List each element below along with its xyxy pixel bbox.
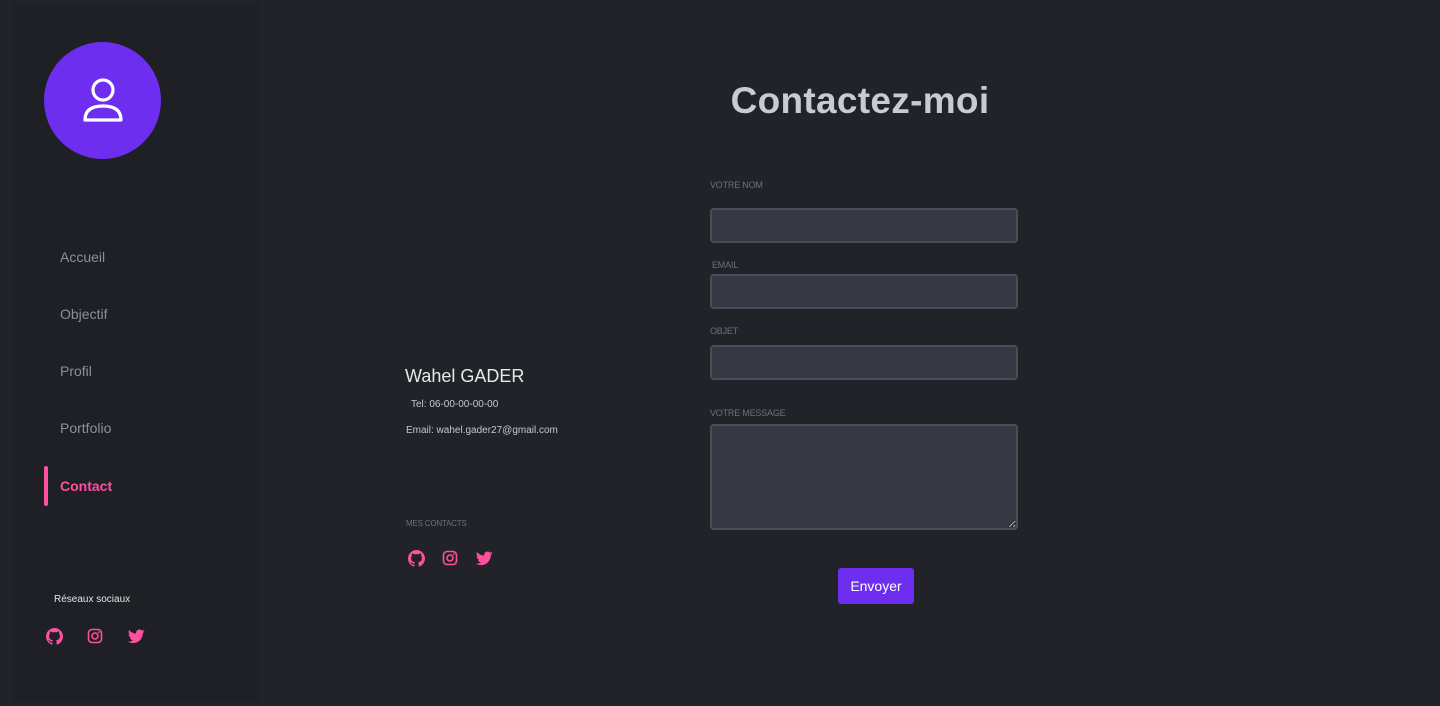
email-label: EMAIL [712,260,739,270]
contact-name: Wahel GADER [405,366,525,386]
nav-item-contact[interactable]: Contact [60,475,220,497]
page-title: Contactez-moi [730,80,990,121]
send-button[interactable]: Envoyer [838,568,914,604]
subject-label: OBJET [710,326,739,336]
instagram-icon[interactable] [441,549,459,567]
twitter-icon[interactable] [127,627,145,645]
nav-item-objectif[interactable]: Objectif [60,303,220,325]
github-icon[interactable] [45,627,63,645]
subject-input[interactable] [710,345,1018,380]
instagram-icon[interactable] [86,627,104,645]
contact-phone: Tel: 06-00-00-00-00 [411,399,499,410]
email-input[interactable] [710,274,1018,309]
twitter-icon[interactable] [475,549,493,567]
message-textarea[interactable] [710,424,1018,530]
sidebar: Accueil Objectif Profil Portfolio Contac… [12,4,259,702]
social-title: Réseaux sociaux [54,594,131,605]
contact-email: Email: wahel.gader27@gmail.com [406,425,558,436]
active-nav-indicator [44,466,48,506]
name-input[interactable] [710,208,1018,243]
nav-item-profil[interactable]: Profil [60,360,220,382]
name-label: VOTRE NOM [710,180,763,190]
user-icon [82,77,123,122]
contacts-label: MES CONTACTS [406,519,467,528]
nav-item-portfolio[interactable]: Portfolio [60,417,220,439]
message-label: VOTRE MESSAGE [710,408,786,418]
nav-item-accueil[interactable]: Accueil [60,246,220,268]
avatar [44,42,161,159]
github-icon[interactable] [407,549,425,567]
